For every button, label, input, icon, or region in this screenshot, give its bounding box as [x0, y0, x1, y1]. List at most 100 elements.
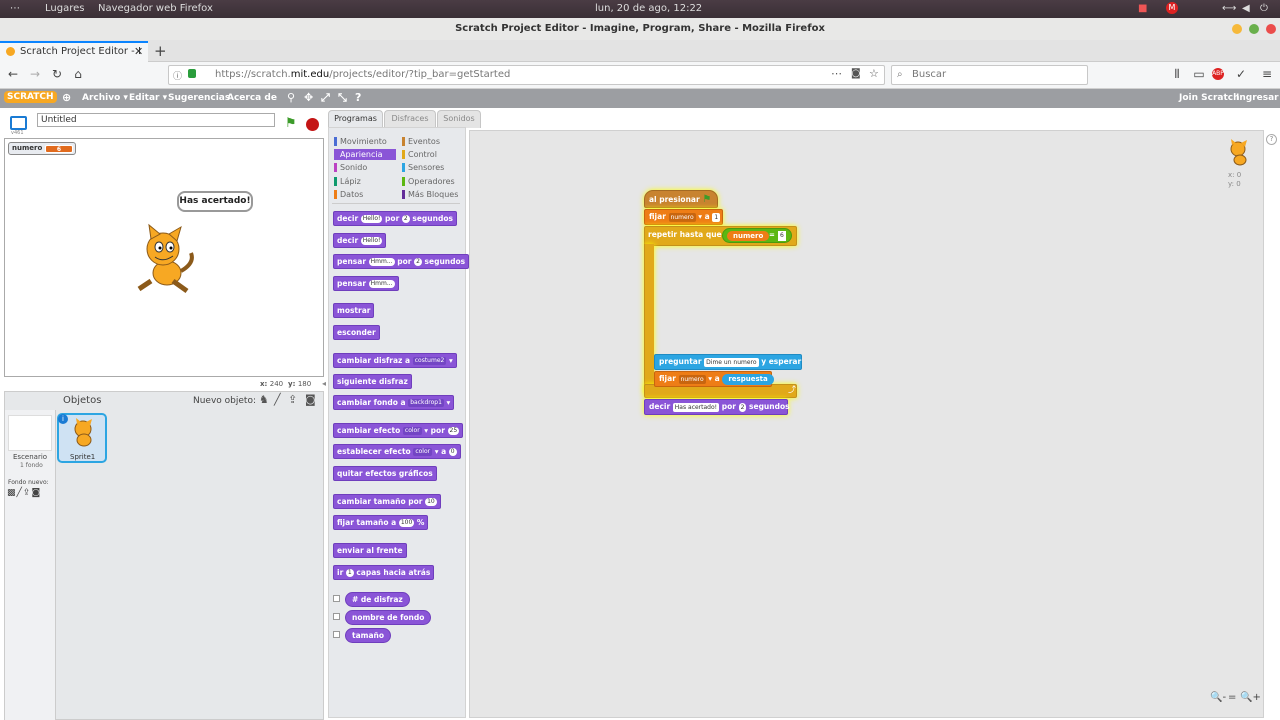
block-set-size[interactable]: fijar tamaño a 100 %: [333, 515, 429, 530]
checkbox-backdrop-name[interactable]: [333, 613, 340, 620]
library-icon[interactable]: ⫴: [1169, 67, 1185, 82]
back-icon[interactable]: ←: [5, 67, 21, 81]
collapse-stage-icon[interactable]: ◂: [322, 379, 326, 388]
zoom-reset-icon[interactable]: =: [1228, 692, 1236, 703]
backdrop-tools-icon[interactable]: ▩╱⇪◙: [7, 488, 41, 498]
sprite-info-icon[interactable]: i: [58, 414, 68, 424]
category-control[interactable]: Control: [402, 149, 437, 160]
clock[interactable]: lun, 20 de ago, 12:22: [595, 3, 702, 14]
operator-equals[interactable]: numero = 6: [722, 228, 792, 243]
cat-sprite[interactable]: [129, 223, 203, 295]
stop-icon[interactable]: [306, 118, 319, 131]
new-tab-icon[interactable]: +: [154, 42, 167, 60]
block-go-back-layers[interactable]: ir 1 capas hacia atrás: [333, 565, 435, 580]
reporter-respuesta[interactable]: respuesta: [722, 373, 774, 385]
category-datos[interactable]: Datos: [334, 189, 363, 200]
minimize-button[interactable]: [1232, 24, 1242, 34]
pocket-icon[interactable]: ◙: [851, 68, 861, 79]
reporter-numero[interactable]: numero: [727, 231, 770, 241]
camera-sprite-icon[interactable]: ◙: [305, 393, 316, 406]
script-say-for-seconds[interactable]: decir Has acertado! por 2 segundos: [644, 399, 790, 415]
stage-canvas[interactable]: numero 6 Has acertado!: [4, 138, 324, 377]
project-title-input[interactable]: Untitled: [37, 113, 275, 127]
block-set-effect[interactable]: establecer efecto color ▾ a 0: [333, 444, 461, 459]
sprite-tile-sprite1[interactable]: i Sprite1: [57, 413, 107, 463]
checkbox-costume-number[interactable]: [333, 595, 340, 602]
menu-editar[interactable]: Editar ▾: [129, 93, 167, 103]
close-window-button[interactable]: [1266, 24, 1276, 34]
script-area[interactable]: x: 0 y: 0 🔍- = 🔍+: [469, 130, 1264, 718]
help-tips-icon[interactable]: ?: [1266, 134, 1277, 145]
sign-in-menu[interactable]: Ingresar ▾: [1236, 93, 1280, 103]
join-scratch-link[interactable]: Join Scratch: [1179, 93, 1240, 103]
block-hide[interactable]: esconder: [333, 325, 380, 340]
green-flag-icon[interactable]: ⚑: [285, 116, 297, 131]
variable-watcher[interactable]: numero 6: [8, 142, 76, 155]
script-hat-green-flag[interactable]: al presionar ⚑: [644, 190, 718, 208]
equals-value[interactable]: 6: [778, 231, 786, 241]
block-say-for[interactable]: decir Hello! por 2 segundos: [333, 211, 457, 226]
reporter-size[interactable]: tamaño: [345, 628, 392, 643]
checkbox-size[interactable]: [333, 631, 340, 638]
shrink-icon[interactable]: ⤡: [338, 91, 347, 105]
block-say[interactable]: decir Hello!: [333, 233, 387, 248]
places-menu[interactable]: Lugares: [45, 3, 84, 14]
upload-sprite-icon[interactable]: ⇪: [288, 393, 297, 406]
zoom-in-icon[interactable]: 🔍+: [1240, 692, 1261, 703]
tab-scratch[interactable]: Scratch Project Editor - I ✕: [0, 41, 148, 62]
reporter-backdrop-name[interactable]: nombre de fondo: [345, 610, 432, 625]
fullscreen-icon[interactable]: [10, 116, 27, 130]
menu-sugerencias[interactable]: Sugerencias: [168, 93, 230, 103]
block-go-to-front[interactable]: enviar al frente: [333, 543, 407, 558]
search-field[interactable]: ⌕ Buscar: [891, 65, 1088, 85]
script-set-variable-1[interactable]: fijar numero ▾ a 1: [644, 209, 723, 225]
lock-icon[interactable]: [188, 69, 196, 78]
zoom-out-icon[interactable]: 🔍-: [1210, 692, 1226, 703]
category-sensores[interactable]: Sensores: [402, 162, 444, 173]
url-bar[interactable]: ⓘ https://scratch.mit.edu/projects/edito…: [168, 65, 885, 85]
mail-icon[interactable]: M: [1166, 2, 1178, 14]
app-menu[interactable]: Navegador web Firefox: [98, 3, 213, 14]
block-change-size[interactable]: cambiar tamaño por 10: [333, 494, 441, 509]
power-icon[interactable]: ⏻: [1260, 3, 1268, 14]
activities-button[interactable]: ⋯: [10, 3, 20, 14]
menu-acerca-de[interactable]: Acerca de: [227, 93, 277, 103]
block-switch-backdrop[interactable]: cambiar fondo a backdrop1 ▾: [333, 395, 455, 410]
adblock-icon[interactable]: ABP: [1212, 68, 1224, 80]
block-clear-effects[interactable]: quitar efectos gráficos: [333, 466, 437, 481]
paint-sprite-icon[interactable]: ♞: [259, 393, 269, 406]
script-set-variable-answer[interactable]: fijar numero ▾ a respuesta: [654, 371, 774, 387]
script-ask-and-wait[interactable]: preguntar Dime un numero y esperar: [654, 354, 802, 370]
tab-sonidos[interactable]: Sonidos: [437, 110, 481, 128]
menu-archivo[interactable]: Archivo ▾: [82, 93, 128, 103]
category-apariencia[interactable]: Apariencia: [334, 149, 396, 160]
sidebar-icon[interactable]: ▭: [1191, 67, 1207, 81]
info-icon[interactable]: ⓘ: [173, 69, 182, 82]
network-icon[interactable]: ⟷: [1222, 3, 1236, 14]
category-eventos[interactable]: Eventos: [402, 136, 440, 147]
maximize-button[interactable]: [1249, 24, 1259, 34]
extension-icon[interactable]: ✓: [1233, 67, 1249, 81]
home-icon[interactable]: ⌂: [70, 67, 86, 81]
block-think-for[interactable]: pensar Hmm... por 2 segundos: [333, 254, 470, 269]
brush-icon[interactable]: ╱: [274, 393, 281, 406]
page-actions-icon[interactable]: ⋯: [831, 67, 842, 80]
close-tab-icon[interactable]: ✕: [134, 43, 143, 61]
bookmark-star-icon[interactable]: ☆: [869, 67, 879, 80]
hamburger-menu-icon[interactable]: ≡: [1259, 67, 1275, 81]
block-change-effect[interactable]: cambiar efecto color ▾ por 25: [333, 423, 464, 438]
globe-icon[interactable]: ⊕: [62, 91, 71, 104]
reporter-costume-number[interactable]: # de disfraz: [345, 592, 410, 607]
block-show[interactable]: mostrar: [333, 303, 375, 318]
block-next-costume[interactable]: siguiente disfraz: [333, 374, 412, 389]
camera-icon[interactable]: ■: [1138, 3, 1147, 14]
category-mas-bloques[interactable]: Más Bloques: [402, 189, 458, 200]
tab-programas[interactable]: Programas: [328, 110, 383, 128]
category-lapiz[interactable]: Lápiz: [334, 176, 361, 187]
block-switch-costume[interactable]: cambiar disfraz a costume2 ▾: [333, 353, 457, 368]
tab-disfraces[interactable]: Disfraces: [384, 110, 436, 128]
block-think[interactable]: pensar Hmm...: [333, 276, 399, 291]
reload-icon[interactable]: ↻: [49, 67, 65, 81]
forward-icon[interactable]: →: [27, 67, 43, 81]
volume-icon[interactable]: ◀: [1242, 3, 1250, 14]
